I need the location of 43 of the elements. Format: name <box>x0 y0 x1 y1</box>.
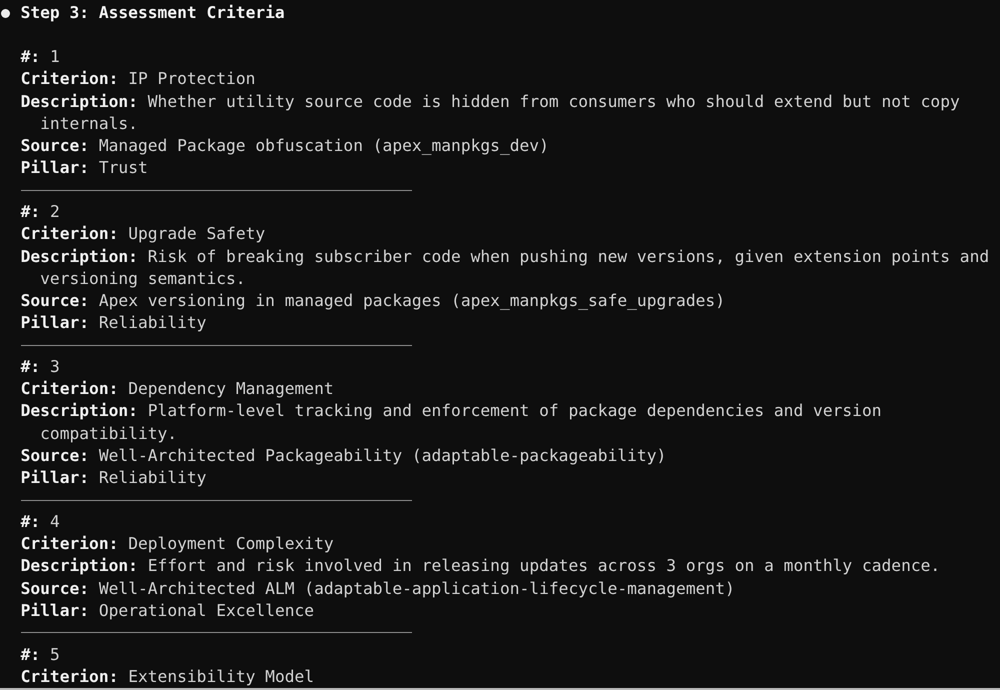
field-value: Dependency Management <box>128 379 334 398</box>
field-value: Extensibility Model <box>128 667 314 686</box>
field-label: Criterion: <box>20 69 118 88</box>
field-label: Criterion: <box>20 379 118 398</box>
field-label: #: <box>20 357 40 376</box>
field-label: Criterion: <box>20 224 118 244</box>
heading-title: Step 3: Assessment Criteria <box>20 2 285 24</box>
field-value: Apex versioning in managed packages (apex_manpkgs_safe_upgrades) <box>98 290 725 310</box>
field-label: Criterion: <box>20 534 118 554</box>
field-label: Pillar: <box>20 600 90 620</box>
field-value: Reliability <box>98 312 206 332</box>
field-text: Description: Risk of breaking subscriber code when pushing new versions, given extension points and versioning semantics. <box>20 246 990 290</box>
field-value: Well-Architected ALM (adaptable-application-lifecycle-management) <box>98 578 735 598</box>
field-value: 4 <box>50 512 60 532</box>
field-label: Source: <box>20 446 90 465</box>
field-value: IP Protection <box>128 69 256 88</box>
field-text: Description: Whether utility source code is hidden from consumers who should extend but not copy internals. <box>20 90 961 135</box>
field-value: 1 <box>50 47 60 66</box>
field-label: Description: <box>20 556 138 576</box>
field-value: Managed Package obfuscation (apex_manpkgs_dev) <box>98 136 549 155</box>
field-label: #: <box>20 47 40 66</box>
field-value: 3 <box>50 357 60 376</box>
field-value: Well-Architected Packageability (adaptable-packageability) <box>98 446 666 465</box>
field-value: Trust <box>98 158 148 177</box>
field-label: Source: <box>20 136 90 155</box>
field-value: Reliability <box>98 468 206 487</box>
field-label: #: <box>20 512 40 532</box>
field-text: Description: Platform-level tracking and enforcement of package dependencies and version compatibility. <box>20 400 883 445</box>
field-label: Pillar: <box>20 468 90 487</box>
field-label: Criterion: <box>20 667 118 686</box>
field-value: 2 <box>50 202 60 222</box>
bullet-dot-icon <box>1 8 10 18</box>
field-value: Upgrade Safety <box>128 224 266 244</box>
field-label: #: <box>20 202 40 222</box>
field-value: Effort and risk involved in releasing updates across 3 orgs on a monthly cadence. <box>148 556 940 576</box>
field-label: #: <box>20 645 40 664</box>
field-label: Source: <box>20 290 90 310</box>
field-value: Deployment Complexity <box>128 534 334 554</box>
field-value: 5 <box>50 645 60 664</box>
field-label: Source: <box>20 578 90 598</box>
field-value: Operational Excellence <box>98 600 314 620</box>
field-label: Pillar: <box>20 158 90 177</box>
field-label: Pillar: <box>20 312 90 332</box>
